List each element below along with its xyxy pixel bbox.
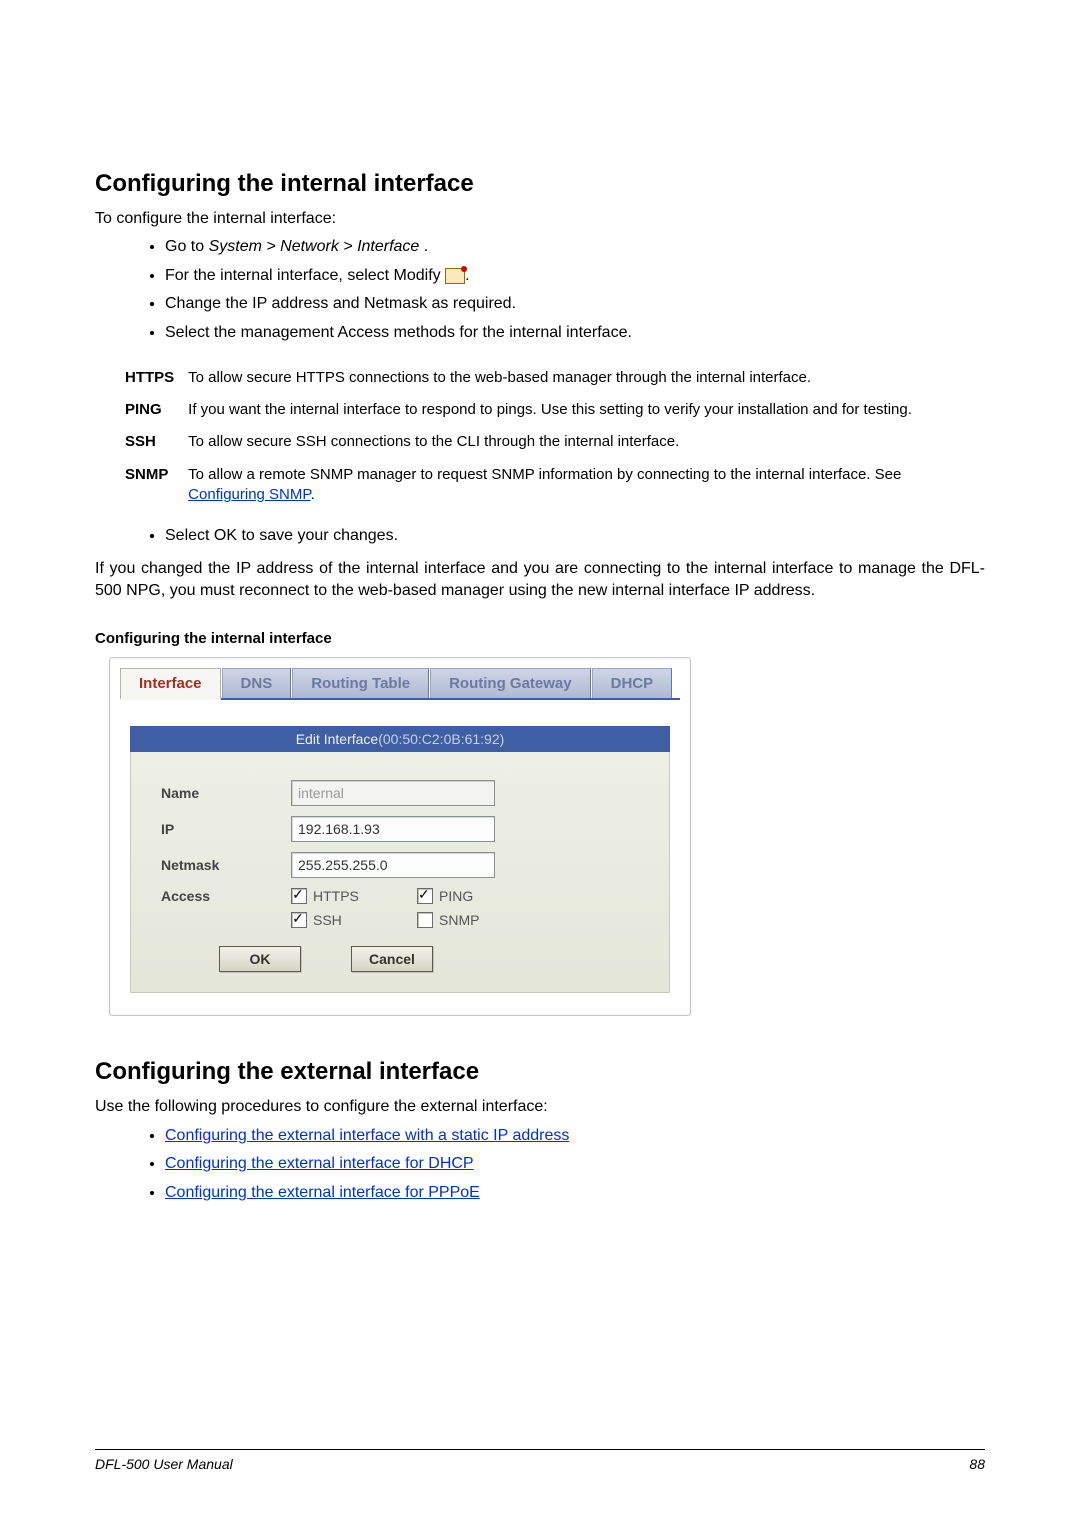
table-row: PING If you want the internal interface … — [125, 394, 985, 426]
steps-list-a: Go to System > Network > Interface . For… — [95, 236, 985, 344]
figure-caption: Configuring the internal interface — [95, 630, 985, 647]
header-label: Edit Interface — [296, 731, 379, 747]
access-label: HTTPS — [125, 362, 188, 394]
header-mac: (00:50:C2:0B:61:92) — [378, 731, 504, 747]
cancel-button[interactable]: Cancel — [351, 946, 433, 972]
modify-icon — [445, 268, 465, 284]
manual-title: DFL-500 User Manual — [95, 1456, 233, 1472]
ssh-checkbox[interactable]: SSH — [291, 912, 411, 928]
configuring-snmp-link[interactable]: Configuring SNMP — [188, 486, 310, 503]
checkbox-icon — [291, 888, 307, 904]
step-text: Go to — [165, 238, 209, 255]
table-row: SSH To allow secure SSH connections to t… — [125, 426, 985, 458]
interface-config-panel: Interface DNS Routing Table Routing Gate… — [109, 657, 691, 1016]
step-text: For the internal interface, select Modif… — [165, 267, 445, 284]
ping-checkbox[interactable]: PING — [417, 888, 537, 904]
netmask-label: Netmask — [161, 857, 291, 873]
access-label: Access — [161, 888, 291, 904]
access-label: SNMP — [125, 459, 188, 512]
nav-path: System > Network > Interface — [209, 238, 420, 255]
ok-button[interactable]: OK — [219, 946, 301, 972]
link-static-ip[interactable]: Configuring the external interface with … — [165, 1127, 569, 1144]
netmask-input[interactable] — [291, 852, 495, 878]
list-item: Configuring the external interface with … — [165, 1125, 985, 1147]
link-dhcp[interactable]: Configuring the external interface for D… — [165, 1155, 474, 1172]
name-input[interactable] — [291, 780, 495, 806]
table-row: HTTPS To allow secure HTTPS connections … — [125, 362, 985, 394]
access-desc: If you want the internal interface to re… — [188, 394, 985, 426]
access-desc-text: . — [310, 486, 314, 503]
tab-routing-table[interactable]: Routing Table — [292, 668, 429, 698]
ip-label: IP — [161, 821, 291, 837]
list-item: Configuring the external interface for P… — [165, 1182, 985, 1204]
list-item: Change the IP address and Netmask as req… — [165, 293, 985, 315]
form-area: Name IP Netmask Access HTTP — [130, 752, 670, 993]
access-label: PING — [125, 394, 188, 426]
intro-internal: To configure the internal interface: — [95, 208, 985, 230]
checkbox-icon — [417, 912, 433, 928]
heading-internal-interface: Configuring the internal interface — [95, 170, 985, 198]
https-checkbox[interactable]: HTTPS — [291, 888, 411, 904]
tab-interface[interactable]: Interface — [120, 668, 221, 700]
access-desc-text: To allow a remote SNMP manager to reques… — [188, 466, 901, 483]
checkbox-label: SNMP — [439, 912, 479, 928]
name-label: Name — [161, 785, 291, 801]
steps-list-b: Select OK to save your changes. — [95, 525, 985, 547]
list-item: Select OK to save your changes. — [165, 525, 985, 547]
ip-input[interactable] — [291, 816, 495, 842]
tab-dhcp[interactable]: DHCP — [592, 668, 673, 698]
access-desc: To allow secure SSH connections to the C… — [188, 426, 985, 458]
list-item: Select the management Access methods for… — [165, 322, 985, 344]
access-checkbox-grid: HTTPS PING SSH SNMP — [291, 888, 537, 928]
list-item: Configuring the external interface for D… — [165, 1153, 985, 1175]
heading-external-interface: Configuring the external interface — [95, 1058, 985, 1086]
checkbox-label: PING — [439, 888, 473, 904]
note-text: If you changed the IP address of the int… — [95, 558, 985, 603]
list-item: For the internal interface, select Modif… — [165, 265, 985, 287]
checkbox-label: HTTPS — [313, 888, 359, 904]
link-pppoe[interactable]: Configuring the external interface for P… — [165, 1184, 480, 1201]
access-desc: To allow secure HTTPS connections to the… — [188, 362, 985, 394]
checkbox-icon — [417, 888, 433, 904]
access-desc: To allow a remote SNMP manager to reques… — [188, 459, 985, 512]
page-number: 88 — [969, 1456, 985, 1472]
page-footer: DFL-500 User Manual 88 — [95, 1449, 985, 1472]
edit-interface-header: Edit Interface(00:50:C2:0B:61:92) — [130, 726, 670, 752]
list-item: Go to System > Network > Interface . — [165, 236, 985, 258]
table-row: SNMP To allow a remote SNMP manager to r… — [125, 459, 985, 512]
snmp-checkbox[interactable]: SNMP — [417, 912, 537, 928]
tab-dns[interactable]: DNS — [222, 668, 292, 698]
checkbox-icon — [291, 912, 307, 928]
access-methods-table: HTTPS To allow secure HTTPS connections … — [125, 362, 985, 511]
tab-bar: Interface DNS Routing Table Routing Gate… — [120, 668, 680, 700]
checkbox-label: SSH — [313, 912, 342, 928]
external-links-list: Configuring the external interface with … — [95, 1125, 985, 1204]
tab-routing-gateway[interactable]: Routing Gateway — [430, 668, 591, 698]
intro-external: Use the following procedures to configur… — [95, 1096, 985, 1118]
step-text: . — [419, 238, 428, 255]
access-label: SSH — [125, 426, 188, 458]
